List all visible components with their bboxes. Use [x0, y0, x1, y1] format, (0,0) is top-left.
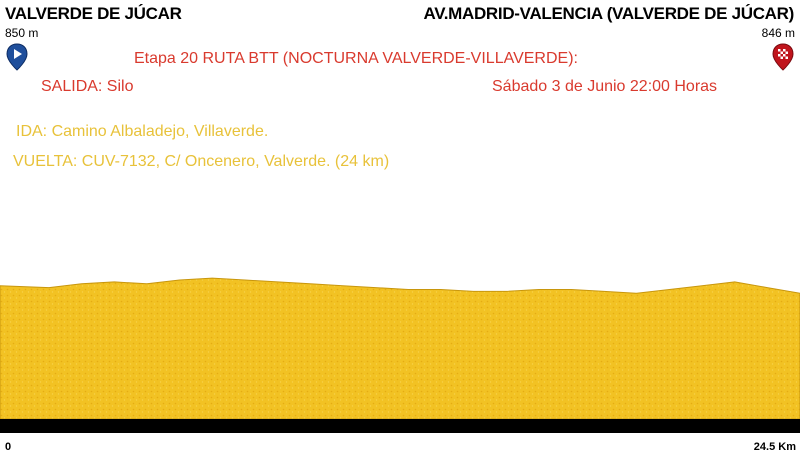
x-tick-start: 0: [5, 441, 12, 453]
route-out-label: IDA: Camino Albaladejo, Villaverde.: [16, 123, 269, 140]
finish-altitude: 846 m: [761, 26, 795, 40]
finish-location-name: AV.MADRID-VALENCIA (VALVERDE DE JÚCAR): [423, 4, 795, 23]
x-tick-end: 24.5 Km: [753, 441, 796, 453]
date-time-label: Sábado 3 de Junio 22:00 Horas: [492, 78, 718, 95]
elevation-profile-chart: [0, 277, 800, 433]
play-arrow-icon: [6, 43, 28, 71]
start-altitude: 850 m: [5, 26, 39, 40]
stage-title: Etapa 20 RUTA BTT (NOCTURNA VALVERDE-VIL…: [134, 50, 578, 67]
profile-base-band: [0, 419, 800, 433]
start-location-name: VALVERDE DE JÚCAR: [5, 4, 182, 23]
route-back-label: VUELTA: CUV-7132, C/ Oncenero, Valverde.…: [13, 153, 390, 170]
checkered-flag-icon: [772, 43, 794, 71]
elevation-area: [0, 277, 800, 420]
departure-label: SALIDA: Silo: [41, 78, 134, 95]
